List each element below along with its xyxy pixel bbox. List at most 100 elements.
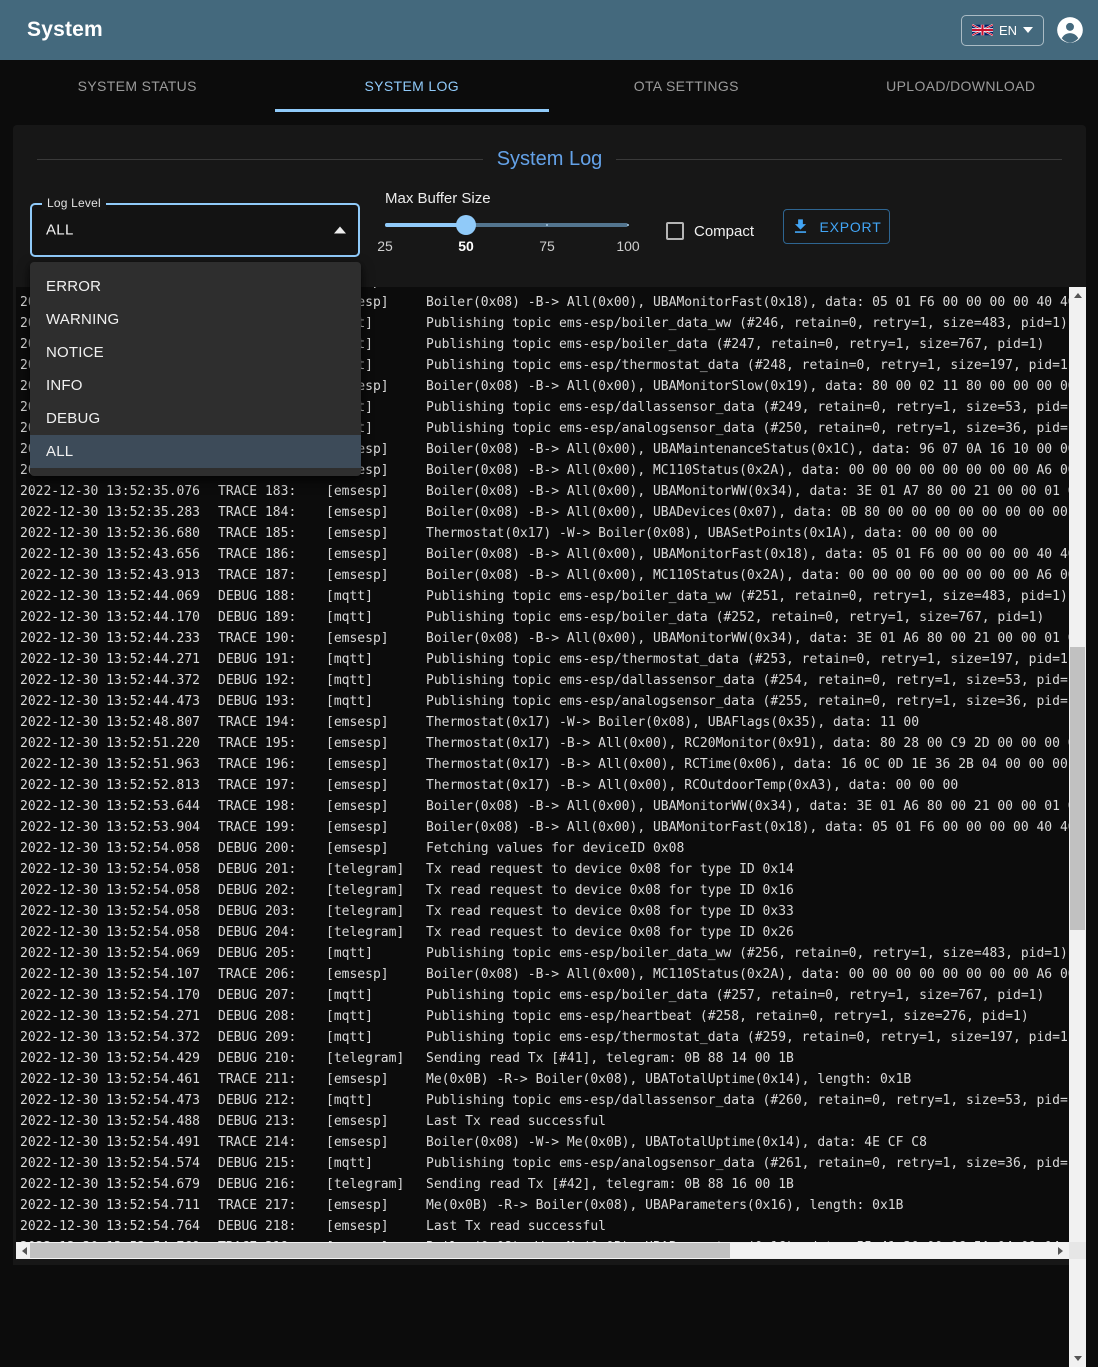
log-level-select[interactable]: Log Level ALL [30,203,360,257]
tab-label: UPLOAD/DOWNLOAD [886,78,1035,94]
log-timestamp: 2022-12-30 13:52:54.574 [16,1153,218,1174]
log-level: DEBUG 207: [218,985,326,1006]
log-row: 2022-12-30 13:52:53.644TRACE 198:[emsesp… [16,796,1069,817]
log-level: DEBUG 204: [218,922,326,943]
language-selector[interactable]: EN [961,15,1044,46]
log-level: TRACE 197: [218,775,326,796]
scroll-down-button[interactable] [1069,1350,1086,1367]
log-level: DEBUG 192: [218,670,326,691]
log-timestamp: 2022-12-30 13:52:35.076 [16,481,218,502]
compact-label: Compact [694,223,754,240]
log-source: [emsesp] [326,1069,426,1090]
log-source: [emsesp] [326,544,426,565]
log-row: 2022-12-30 13:52:44.233TRACE 190:[emsesp… [16,628,1069,649]
log-message: Tx read request to device 0x08 for type … [426,901,1069,922]
log-source: [emsesp] [326,502,426,523]
slider-track [385,223,466,227]
vertical-scrollbar[interactable] [1069,287,1086,1367]
log-level: TRACE 194: [218,712,326,733]
scroll-right-button[interactable] [1052,1242,1069,1259]
log-level: TRACE 184: [218,502,326,523]
log-row: 2022-12-30 13:52:54.711TRACE 217:[emsesp… [16,1195,1069,1216]
log-timestamp: 2022-12-30 13:52:54.491 [16,1132,218,1153]
log-message: Thermostat(0x17) -B-> All(0x00), RCTime(… [426,754,1069,775]
log-level: TRACE 185: [218,523,326,544]
horizontal-scrollbar[interactable] [16,1242,1069,1259]
log-level-label: Log Level [42,196,106,210]
arrow-right-icon [1058,1247,1063,1255]
log-message: Publishing topic ems-esp/boiler_data (#2… [426,607,1069,628]
log-source: [emsesp] [326,565,426,586]
log-message: Boiler(0x08) -B-> All(0x00), UBAMonitorF… [426,544,1069,565]
log-message: Thermostat(0x17) -W-> Boiler(0x08), UBAF… [426,712,1069,733]
log-source: [emsesp] [326,733,426,754]
compact-toggle[interactable]: Compact [666,222,754,240]
log-message: Publishing topic ems-esp/analogsensor_da… [426,691,1069,712]
log-level: TRACE 195: [218,733,326,754]
log-message: Boiler(0x08) -B-> All(0x00), MC110Status… [426,964,1069,985]
tab-ota-settings[interactable]: OTA SETTINGS [549,60,824,112]
log-level: DEBUG 210: [218,1048,326,1069]
horizontal-scroll-thumb[interactable] [30,1243,730,1258]
log-timestamp: 2022-12-30 13:52:44.069 [16,586,218,607]
log-row: 2022-12-30 13:52:54.764DEBUG 218:[emsesp… [16,1216,1069,1237]
log-timestamp: 2022-12-30 13:52:44.170 [16,607,218,628]
log-timestamp: 2022-12-30 13:52:54.170 [16,985,218,1006]
log-level: DEBUG 212: [218,1090,326,1111]
log-timestamp: 2022-12-30 13:52:54.764 [16,1216,218,1237]
log-message: Fetching values for deviceID 0x08 [426,838,1069,859]
log-source: [emsesp] [326,1216,426,1237]
scroll-up-button[interactable] [1069,287,1086,304]
log-level: DEBUG 188: [218,586,326,607]
buffer-size-label: Max Buffer Size [385,190,491,207]
log-source: [mqtt] [326,1006,426,1027]
chevron-up-icon [334,227,346,234]
log-level: TRACE 190: [218,628,326,649]
log-message: Boiler(0x08) -B-> All(0x00), UBAMonitorF… [426,292,1069,313]
log-message: Boiler(0x08) -B-> All(0x00), MC110Status… [426,565,1069,586]
log-row: 2022-12-30 13:52:53.904TRACE 199:[emsesp… [16,817,1069,838]
log-message: Boiler(0x08) -B-> All(0x00), MC110Status… [426,460,1069,481]
log-level: DEBUG 215: [218,1153,326,1174]
menu-item-notice[interactable]: NOTICE [30,336,361,369]
log-timestamp: 2022-12-30 13:52:53.644 [16,796,218,817]
buffer-size-slider[interactable] [385,215,628,235]
vertical-scroll-thumb[interactable] [1070,647,1085,930]
tab-system-status[interactable]: SYSTEM STATUS [0,60,275,112]
page-title: System Log [483,148,617,171]
slider-mark-label: 75 [539,238,555,254]
tab-label: SYSTEM STATUS [78,78,197,94]
log-row: 2022-12-30 13:52:43.656TRACE 186:[emsesp… [16,544,1069,565]
log-source: [telegram] [326,859,426,880]
log-source: [emsesp] [326,712,426,733]
menu-item-warning[interactable]: WARNING [30,303,361,336]
scrollbar-corner [1069,1242,1086,1259]
log-source: [emsesp] [326,817,426,838]
log-source: [emsesp] [326,481,426,502]
log-source: [emsesp] [326,1195,426,1216]
log-timestamp: 2022-12-30 13:52:54.107 [16,964,218,985]
log-message: Thermostat(0x17) -B-> All(0x00), RCOutdo… [426,775,1069,796]
export-button[interactable]: EXPORT [783,209,890,244]
log-message: Publishing topic ems-esp/analogsensor_da… [426,418,1069,439]
log-row: 2022-12-30 13:52:54.107TRACE 206:[emsesp… [16,964,1069,985]
menu-item-info[interactable]: INFO [30,369,361,402]
tab-system-log[interactable]: SYSTEM LOG [275,60,550,112]
log-level: DEBUG 191: [218,649,326,670]
tab-upload-download[interactable]: UPLOAD/DOWNLOAD [824,60,1098,112]
arrow-down-icon [1074,1356,1082,1361]
uk-flag-icon [972,24,993,36]
menu-item-debug[interactable]: DEBUG [30,402,361,435]
menu-item-error[interactable]: ERROR [30,270,361,303]
log-message: Sending read Tx [#41], telegram: 0B 88 1… [426,1048,1069,1069]
menu-item-all[interactable]: ALL [30,435,361,468]
account-icon[interactable] [1056,16,1084,44]
log-message: Boiler(0x08) -B-> All(0x00), UBAMonitorF… [426,817,1069,838]
compact-checkbox[interactable] [666,222,684,240]
log-row: 2022-12-30 13:52:54.488DEBUG 213:[emsesp… [16,1111,1069,1132]
system-log-panel: System Log Log Level ALL Max Buffer Size… [13,125,1086,1265]
log-source: [mqtt] [326,670,426,691]
slider-thumb[interactable] [456,215,476,235]
log-level: TRACE 211: [218,1069,326,1090]
log-level: DEBUG 213: [218,1111,326,1132]
